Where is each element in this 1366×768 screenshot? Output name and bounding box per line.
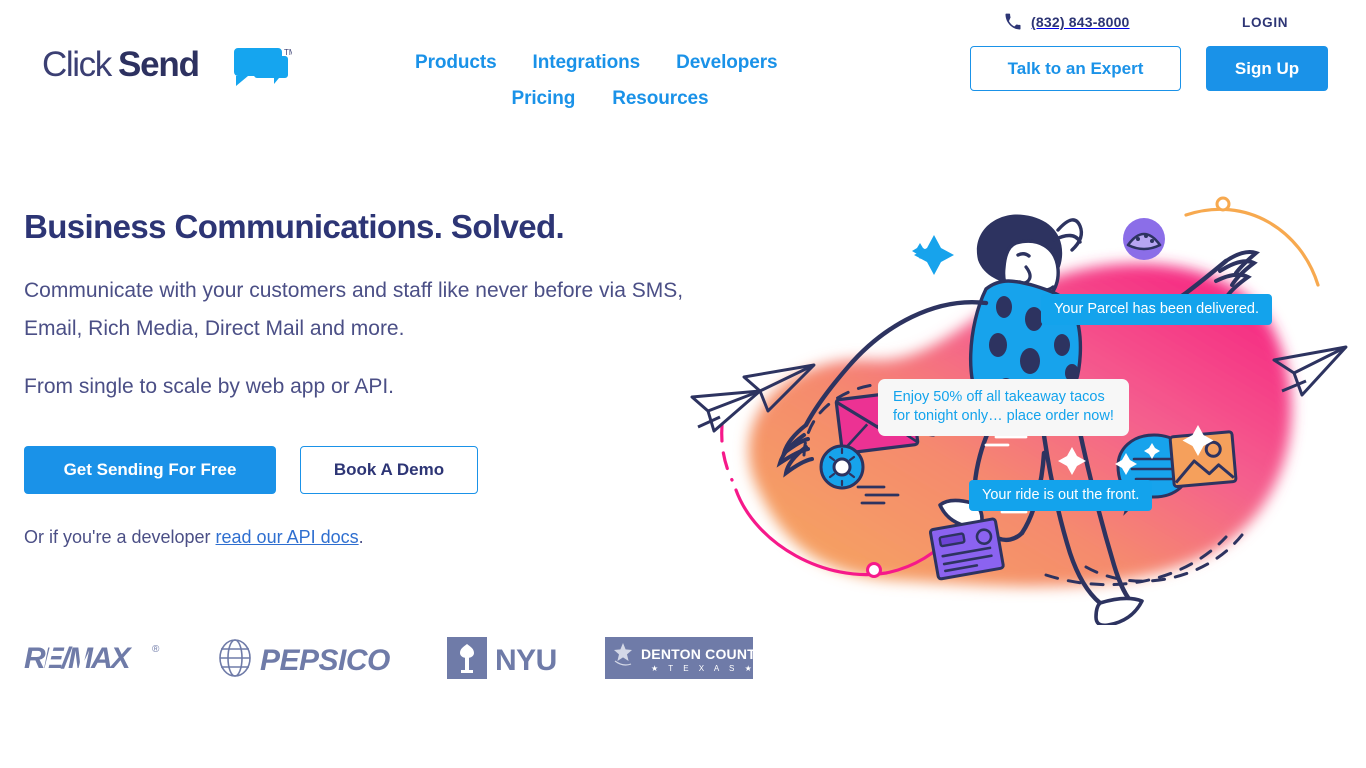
nav-item-developers[interactable]: Developers: [676, 52, 778, 74]
trademark-symbol: TM: [284, 48, 292, 57]
developer-note-suffix: .: [358, 526, 364, 547]
orange-arc: [1184, 196, 1320, 287]
hero-paragraph-secondary: From single to scale by web app or API.: [24, 374, 395, 398]
svg-text:Click: Click: [42, 45, 113, 84]
talk-to-expert-button[interactable]: Talk to an Expert: [970, 46, 1181, 91]
developer-note-prefix: Or if you're a developer: [24, 526, 216, 547]
site-header: Click Send TM Products Integrations Deve…: [0, 0, 1366, 140]
api-docs-link[interactable]: read our API docs: [216, 527, 359, 547]
bubble-tacos: Enjoy 50% off all takeaway tacos for ton…: [878, 379, 1129, 436]
hero-copy: Business Communications. Solved. Communi…: [24, 208, 704, 548]
nav-row-primary: Products Integrations Developers: [415, 52, 855, 74]
phone-number: (832) 843-8000: [1031, 14, 1130, 30]
svg-text:PEPSICO: PEPSICO: [260, 644, 390, 677]
get-sending-for-free-button[interactable]: Get Sending For Free: [24, 445, 276, 494]
donut-icon: [819, 444, 865, 490]
landing-page: Click Send TM Products Integrations Deve…: [0, 0, 1366, 768]
svg-text:DENTON COUNTY: DENTON COUNTY: [641, 646, 753, 662]
svg-text:NYU: NYU: [495, 644, 557, 677]
hero-cta-group: Get Sending For Free Book A Demo: [24, 445, 704, 494]
client-logo-strip: RE/MAX ® PEPSICO NYU DENTON COUNT ★ T E …: [24, 636, 755, 680]
taco-icon: [1123, 218, 1165, 260]
login-link[interactable]: LOGIN: [1242, 15, 1288, 30]
logo-denton-county: DENTON COUNTY ★ T E X A S ★: [605, 637, 755, 679]
logo-wordmark: Click Send: [42, 45, 200, 84]
svg-text:RE/MAX: RE/MAX: [24, 642, 133, 675]
logo-remax: RE/MAX ®: [24, 638, 212, 678]
id-card-icon: [928, 517, 1005, 581]
sparkle-icon: [912, 235, 954, 275]
book-a-demo-button[interactable]: Book A Demo: [300, 445, 478, 494]
hero-paragraph-primary: Communicate with your customers and staf…: [24, 278, 684, 340]
speech-bubble-icon: [234, 48, 288, 86]
primary-navigation: Products Integrations Developers Pricing…: [415, 52, 855, 110]
nav-item-products[interactable]: Products: [415, 52, 497, 74]
paper-plane-icon: [690, 389, 762, 433]
developer-note: Or if you're a developer read our API do…: [24, 527, 704, 548]
logo-nyu: NYU: [447, 637, 605, 679]
bubble-parcel: Your Parcel has been delivered.: [1041, 294, 1273, 325]
nav-row-secondary: Pricing Resources: [415, 88, 855, 110]
clicksend-logo[interactable]: Click Send TM: [42, 42, 292, 92]
bubble-ride: Your ride is out the front.: [969, 480, 1153, 511]
page-title: Business Communications. Solved.: [24, 208, 565, 245]
phone-icon: [1005, 13, 1021, 30]
phone-link[interactable]: (832) 843-8000: [1004, 13, 1130, 31]
nav-item-integrations[interactable]: Integrations: [533, 52, 641, 74]
svg-text:★ T E X A S ★: ★ T E X A S ★: [651, 664, 753, 673]
pepsico-globe-icon: [219, 639, 251, 677]
svg-text:®: ®: [152, 644, 160, 655]
header-actions: (832) 843-8000 LOGIN Talk to an Expert S…: [946, 0, 1366, 120]
logo-pepsico: PEPSICO: [212, 636, 447, 680]
svg-text:Send: Send: [118, 45, 199, 84]
sign-up-button[interactable]: Sign Up: [1206, 46, 1328, 91]
nav-item-resources[interactable]: Resources: [612, 88, 708, 110]
nav-item-pricing[interactable]: Pricing: [512, 88, 576, 110]
